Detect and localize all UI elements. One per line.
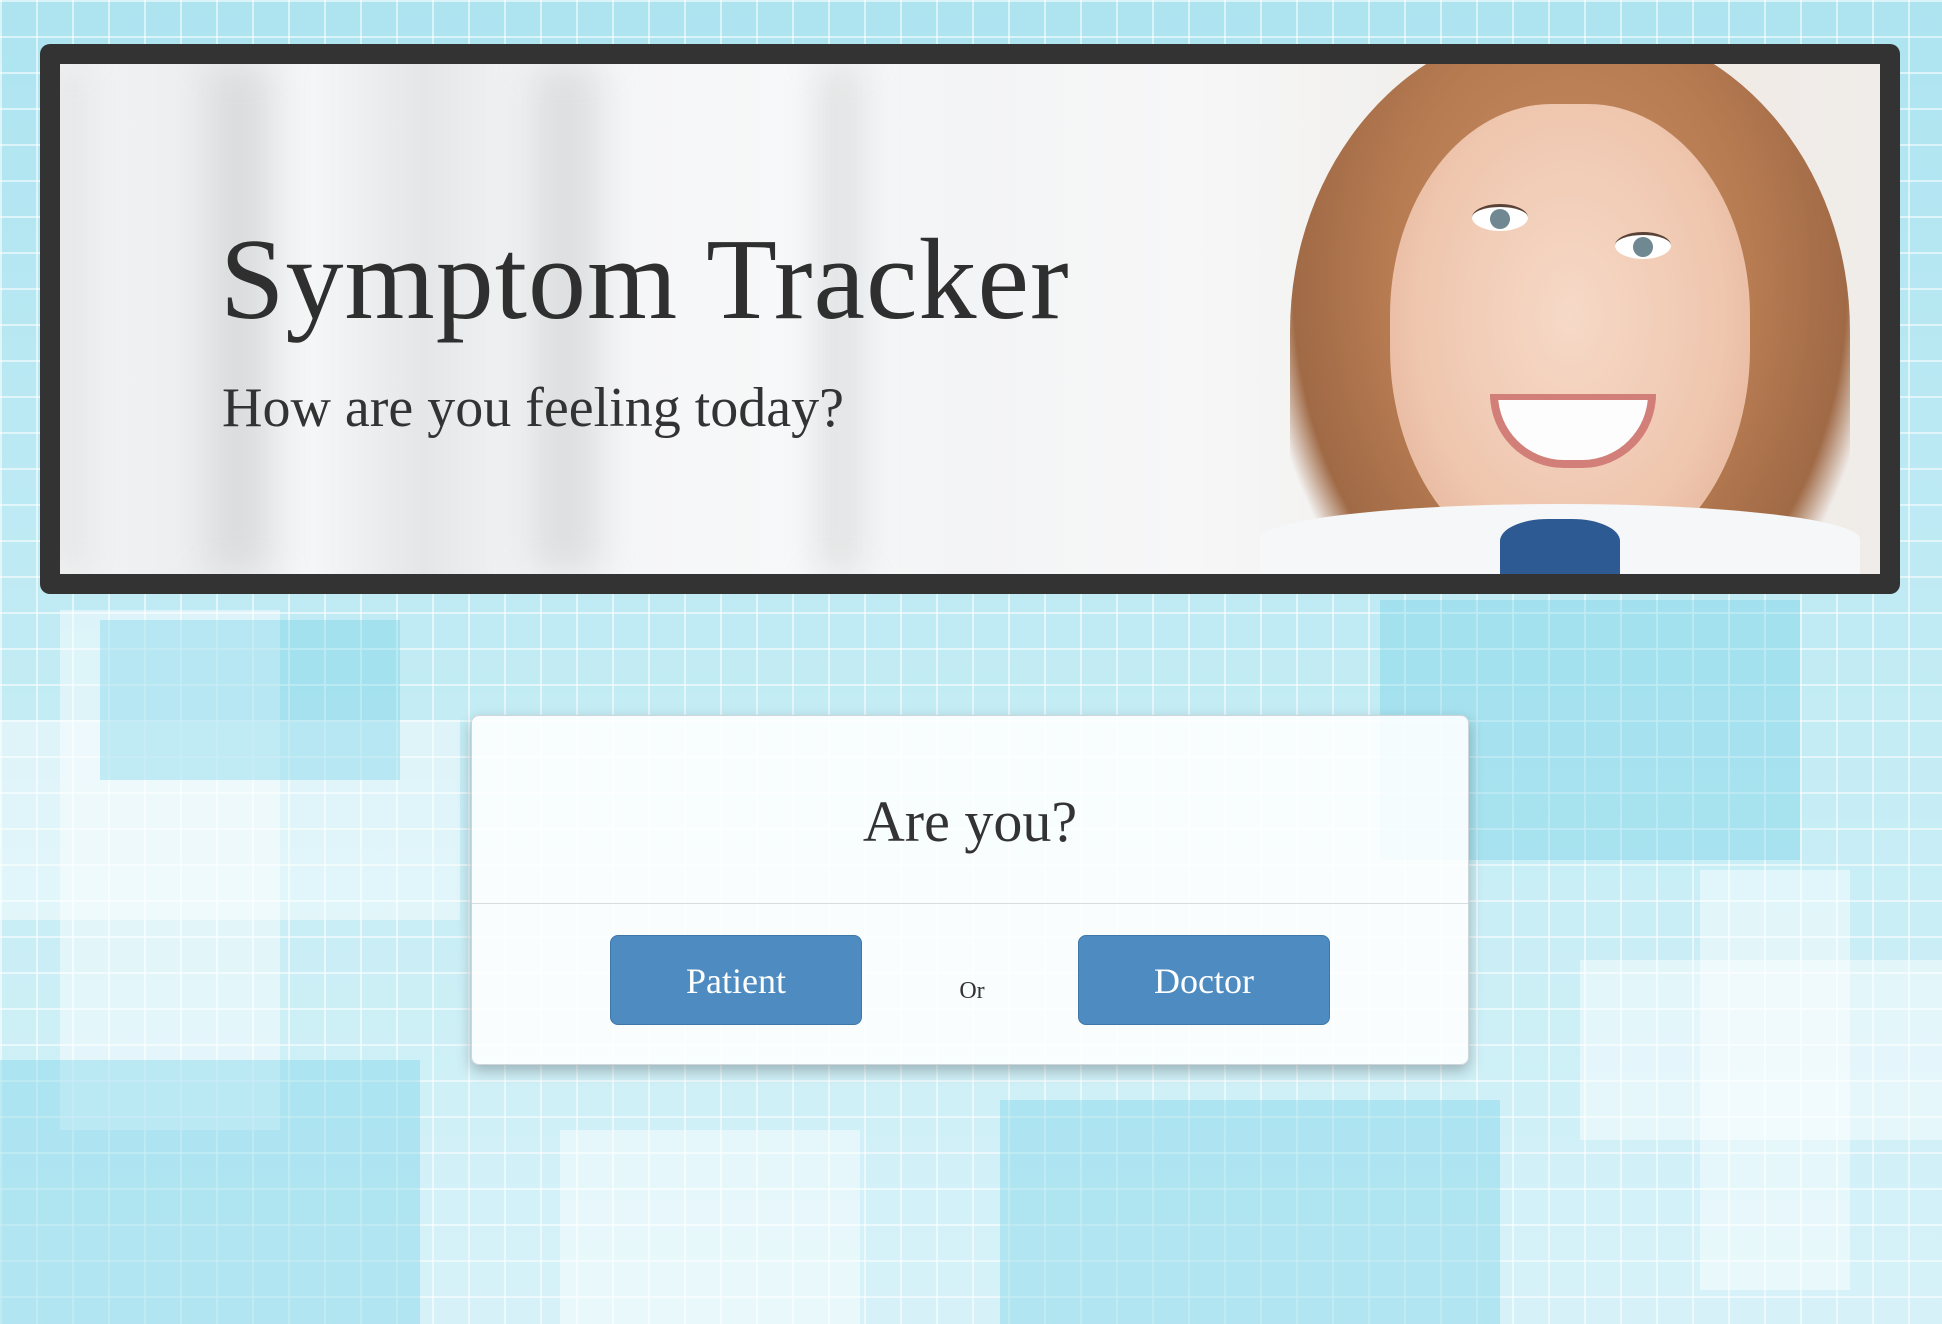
role-selection-card: Are you? Patient Or Doctor [471, 715, 1469, 1065]
role-card-header: Are you? [472, 716, 1468, 904]
doctor-photo [1200, 64, 1880, 574]
background-block [0, 1060, 420, 1324]
blurred-window-frame [60, 64, 80, 574]
background-block [100, 620, 400, 780]
doctor-photo-collar [1500, 519, 1620, 574]
header-banner: Symptom Tracker How are you feeling toda… [40, 44, 1900, 594]
or-separator: Or [959, 978, 985, 1004]
role-card-title: Are you? [862, 789, 1078, 854]
background-cross [560, 1130, 860, 1324]
doctor-photo-eye-right [1615, 232, 1671, 259]
background-block [1000, 1100, 1500, 1324]
doctor-photo-eye-left [1472, 204, 1528, 231]
page-title: Symptom Tracker [220, 216, 1070, 344]
page-subtitle: How are you feeling today? [222, 377, 844, 439]
doctor-button[interactable]: Doctor [1078, 935, 1330, 1025]
patient-button[interactable]: Patient [610, 935, 862, 1025]
background-cross [1580, 960, 1942, 1140]
